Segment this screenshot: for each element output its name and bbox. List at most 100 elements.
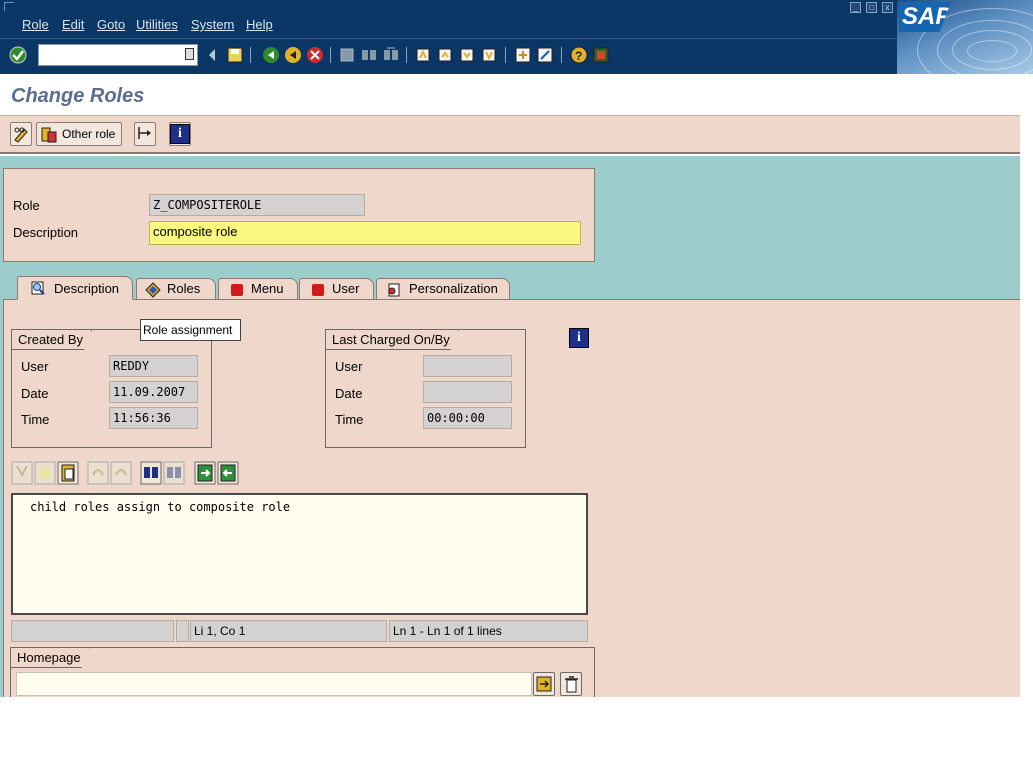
information-button[interactable]: i xyxy=(169,122,191,146)
changed-time-field: 00:00:00 xyxy=(423,407,512,429)
created-date-field: 11.09.2007 xyxy=(109,381,198,403)
tab-description-label: Description xyxy=(54,281,120,296)
editor-text: child roles assign to composite role xyxy=(30,500,291,514)
maximize-icon[interactable]: □ xyxy=(866,2,877,13)
menu-goto[interactable]: Goto xyxy=(97,17,125,32)
find-next-icon[interactable] xyxy=(163,461,185,485)
editor-toolbar xyxy=(11,461,246,487)
tab-description[interactable]: Description xyxy=(17,276,133,300)
editor-line-count: Ln 1 - Ln 1 of 1 lines xyxy=(389,620,588,642)
changed-user-label: User xyxy=(335,359,363,374)
save-icon[interactable] xyxy=(226,46,244,64)
tab-user[interactable]: User xyxy=(299,278,374,300)
created-by-title: Created By xyxy=(12,330,92,350)
menu-help[interactable]: Help xyxy=(246,17,273,32)
homepage-group: Homepage xyxy=(10,647,595,697)
download-icon[interactable] xyxy=(217,461,239,485)
role-field: Z_COMPOSITEROLE xyxy=(149,194,365,216)
last-page-icon[interactable] xyxy=(480,46,498,64)
close-icon[interactable]: x xyxy=(882,2,893,13)
window-menu-icon[interactable] xyxy=(4,2,14,11)
menu-utilities[interactable]: Utilities xyxy=(136,17,178,32)
changed-time-label: Time xyxy=(335,412,364,427)
info-icon[interactable]: i xyxy=(569,328,589,348)
shortcut-icon[interactable] xyxy=(536,46,554,64)
upload-icon[interactable] xyxy=(194,461,216,485)
tab-menu[interactable]: Menu xyxy=(218,278,298,300)
created-time-field: 11:56:36 xyxy=(109,407,198,429)
help-icon[interactable]: ? xyxy=(570,46,588,64)
created-user-label: User xyxy=(21,359,49,374)
description-field[interactable]: composite role xyxy=(149,221,581,245)
editor-cursor-position: Li 1, Co 1 xyxy=(190,620,387,642)
page-title: Change Roles xyxy=(11,85,145,107)
svg-text:?: ? xyxy=(575,49,582,63)
diamond-roles-icon xyxy=(145,282,161,298)
created-by-group: Created By User REDDY Date 11.09.2007 Ti… xyxy=(11,329,212,448)
tab-personalization[interactable]: Personalization xyxy=(376,278,510,300)
create-session-icon[interactable] xyxy=(514,46,532,64)
tab-personalization-label: Personalization xyxy=(409,281,498,296)
menu-edit[interactable]: Edit xyxy=(62,17,84,32)
back-icon[interactable] xyxy=(262,46,280,64)
command-field[interactable] xyxy=(38,44,198,66)
homepage-delete-button[interactable] xyxy=(560,672,582,696)
red-status-icon xyxy=(231,284,243,296)
role-header-box: Role Z_COMPOSITEROLE Description composi… xyxy=(3,168,595,262)
command-dropdown-icon[interactable] xyxy=(185,48,194,60)
application-toolbar: Other role i xyxy=(0,116,1020,154)
enter-check-icon[interactable] xyxy=(9,46,27,64)
menu-role[interactable]: Role xyxy=(22,17,49,32)
homepage-go-button[interactable] xyxy=(533,672,555,696)
undo-icon[interactable] xyxy=(87,461,109,485)
editor-status-blank xyxy=(11,620,174,642)
tab-roles-label: Roles xyxy=(167,281,201,296)
where-used-button[interactable] xyxy=(134,122,156,146)
homepage-input[interactable] xyxy=(16,672,532,696)
other-role-button[interactable]: Other role xyxy=(36,122,122,146)
created-date-label: Date xyxy=(21,386,49,401)
description-label: Description xyxy=(13,225,79,240)
editor-status-divider xyxy=(176,620,189,642)
customize-layout-icon[interactable] xyxy=(592,46,610,64)
menu-system[interactable]: System xyxy=(191,17,234,32)
paste-icon[interactable] xyxy=(57,461,79,485)
other-role-label: Other role xyxy=(62,127,116,141)
sap-logo: SAP xyxy=(897,0,1033,74)
toolbar-separator xyxy=(561,47,562,63)
description-text-editor[interactable]: child roles assign to composite role xyxy=(11,493,588,615)
exit-icon[interactable] xyxy=(284,46,302,64)
cancel-icon[interactable] xyxy=(306,46,324,64)
copy-icon[interactable] xyxy=(34,461,56,485)
toolbar-separator xyxy=(250,47,251,63)
toolbar-separator xyxy=(406,47,407,63)
print-icon[interactable] xyxy=(338,46,356,64)
other-role-icon xyxy=(41,127,57,143)
first-page-icon[interactable] xyxy=(414,46,432,64)
find-icon[interactable] xyxy=(140,461,162,485)
find-icon[interactable] xyxy=(360,46,378,64)
red-status-icon xyxy=(312,284,324,296)
display-change-button[interactable] xyxy=(10,122,32,146)
tab-menu-label: Menu xyxy=(251,281,284,296)
next-page-icon[interactable] xyxy=(458,46,476,64)
created-time-label: Time xyxy=(21,412,50,427)
roles-tab-tooltip: Role assignment xyxy=(140,319,241,341)
hierarchy-arrow-icon xyxy=(138,127,151,139)
redo-icon[interactable] xyxy=(110,461,132,485)
find-next-icon[interactable] xyxy=(382,46,400,64)
collapse-arrow-icon[interactable] xyxy=(207,46,225,64)
previous-page-icon[interactable] xyxy=(436,46,454,64)
toolbar-separator xyxy=(330,47,331,63)
last-changed-group: Last Charged On/By User Date Time 00:00:… xyxy=(325,329,526,448)
cut-icon[interactable] xyxy=(11,461,33,485)
toolbar-separator xyxy=(505,47,506,63)
trash-icon xyxy=(565,676,578,693)
standard-toolbar: ? xyxy=(0,38,897,74)
last-changed-title: Last Charged On/By xyxy=(326,330,459,350)
magnifier-doc-icon xyxy=(31,281,45,295)
menu-bar: Role Edit Goto Utilities System Help _ □… xyxy=(0,0,1033,38)
minimize-icon[interactable]: _ xyxy=(850,2,861,13)
pencil-glasses-icon xyxy=(14,127,28,143)
tab-roles[interactable]: Roles xyxy=(136,278,216,300)
